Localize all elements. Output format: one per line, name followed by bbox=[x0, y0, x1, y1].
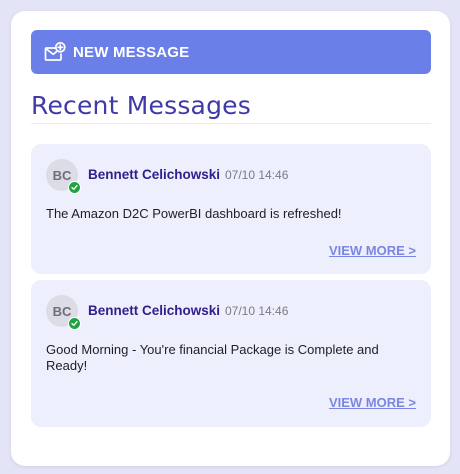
message-card[interactable]: BC Bennett Celichowski 07/10 14:46 Good … bbox=[31, 280, 431, 427]
avatar-initials: BC bbox=[52, 303, 72, 319]
avatar-initials: BC bbox=[52, 167, 72, 183]
section-title: Recent Messages bbox=[31, 91, 251, 120]
message-body: The Amazon D2C PowerBI dashboard is refr… bbox=[46, 206, 342, 221]
new-message-label: NEW MESSAGE bbox=[73, 43, 190, 61]
title-divider bbox=[31, 123, 431, 124]
message-list: BC Bennett Celichowski 07/10 14:46 The A… bbox=[31, 144, 431, 433]
message-timestamp: 07/10 14:46 bbox=[225, 168, 289, 182]
message-card[interactable]: BC Bennett Celichowski 07/10 14:46 The A… bbox=[31, 144, 431, 274]
view-more-link[interactable]: VIEW MORE > bbox=[329, 395, 416, 410]
new-message-button[interactable]: NEW MESSAGE bbox=[31, 30, 431, 74]
online-status-badge bbox=[68, 317, 81, 330]
sender-name: Bennett Celichowski bbox=[88, 303, 221, 318]
check-icon bbox=[71, 184, 78, 190]
online-status-badge bbox=[68, 181, 81, 194]
envelope-plus-icon bbox=[44, 41, 66, 62]
view-more-link[interactable]: VIEW MORE > bbox=[329, 243, 416, 258]
message-body: Good Morning - You're financial Package … bbox=[46, 342, 379, 373]
sender-name: Bennett Celichowski bbox=[88, 167, 221, 182]
messages-panel: NEW MESSAGE Recent Messages BC Bennett C… bbox=[11, 11, 450, 466]
check-icon bbox=[71, 320, 78, 326]
message-timestamp: 07/10 14:46 bbox=[225, 304, 289, 318]
